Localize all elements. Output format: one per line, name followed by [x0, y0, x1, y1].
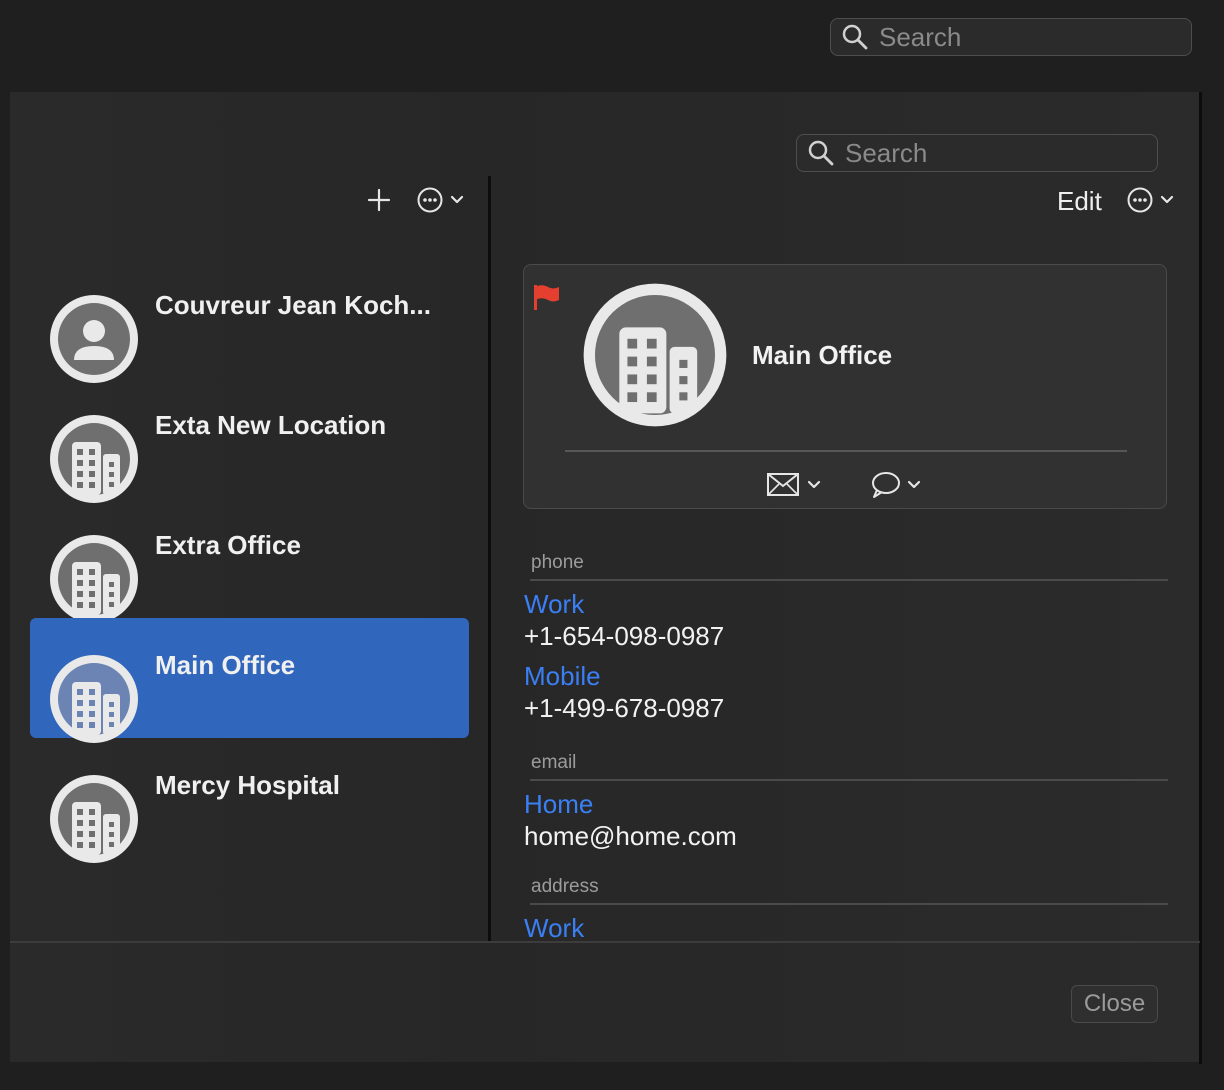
search-icon [808, 140, 834, 166]
contact-row[interactable]: Couvreur Jean Koch... [30, 258, 469, 383]
email-value[interactable]: home@home.com [524, 821, 737, 852]
contact-name: Extra Office [155, 530, 301, 560]
section-divider [530, 579, 1168, 581]
address-section-label: address [531, 876, 599, 897]
email-label[interactable]: Home [524, 789, 593, 820]
person-icon [50, 295, 138, 383]
building-icon [50, 775, 138, 863]
phone-value[interactable]: +1-654-098-0987 [524, 621, 724, 652]
building-icon [50, 415, 138, 503]
split-divider[interactable] [488, 176, 491, 942]
flag-icon[interactable] [532, 283, 562, 313]
contact-row[interactable]: Mercy Hospital [30, 738, 469, 863]
card-divider [565, 450, 1127, 452]
contact-name: Mercy Hospital [155, 770, 340, 800]
card-title: Main Office [752, 340, 893, 370]
contact-name: Main Office [155, 650, 296, 680]
section-divider [530, 779, 1168, 781]
close-button[interactable]: Close [1071, 985, 1158, 1023]
edit-button[interactable]: Edit [1057, 186, 1102, 217]
phone-label[interactable]: Mobile [524, 661, 601, 692]
search-placeholder: Search [845, 137, 928, 168]
plus-icon[interactable] [367, 188, 391, 212]
panel-edge [1199, 92, 1202, 1064]
building-icon [50, 535, 138, 623]
contact-row[interactable]: Extra Office [30, 498, 469, 623]
contacts-search-field[interactable]: Search [796, 134, 1158, 172]
contact-name: Exta New Location [155, 410, 387, 440]
phone-section-label: phone [531, 552, 584, 573]
phone-label[interactable]: Work [524, 589, 584, 620]
top-search-field[interactable]: Search [830, 18, 1192, 56]
contact-row[interactable]: Exta New Location [30, 378, 469, 503]
section-divider [530, 903, 1168, 905]
building-icon [583, 283, 727, 427]
building-icon [50, 655, 138, 743]
contact-name: Couvreur Jean Koch... [155, 290, 431, 320]
message-action-icon[interactable] [870, 469, 930, 501]
more-options-menu-icon[interactable] [1126, 186, 1178, 214]
phone-value[interactable]: +1-499-678-0987 [524, 693, 724, 724]
mail-action-icon[interactable] [766, 470, 826, 500]
search-placeholder: Search [879, 21, 962, 52]
contact-row-selected[interactable]: Main Office [30, 618, 469, 743]
contact-card: Main Office [523, 264, 1167, 509]
more-options-menu-icon[interactable] [416, 186, 468, 214]
address-label[interactable]: Work [524, 913, 584, 944]
email-section-label: email [531, 752, 577, 773]
search-icon [842, 24, 868, 50]
footer-divider [10, 941, 1200, 943]
